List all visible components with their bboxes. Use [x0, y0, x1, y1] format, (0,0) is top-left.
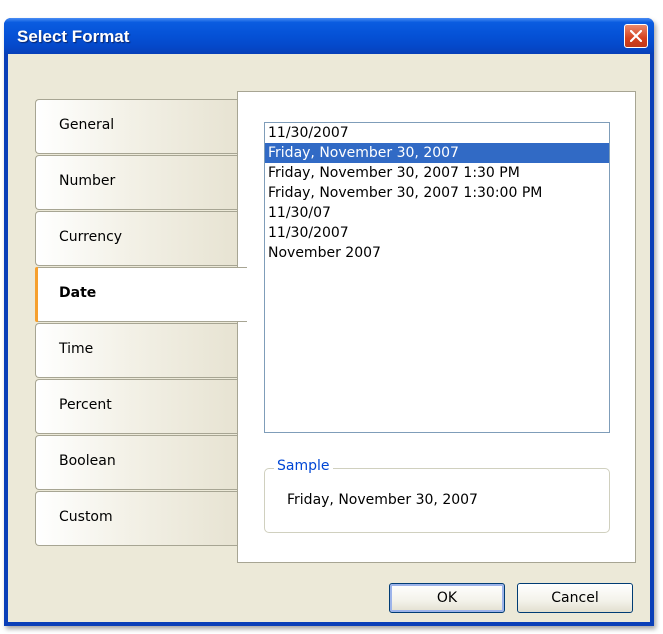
tab-currency[interactable]: Currency [35, 211, 238, 266]
sample-value: Friday, November 30, 2007 [287, 492, 478, 508]
tab-general[interactable]: General [35, 99, 238, 154]
list-item[interactable]: 11/30/2007 [265, 123, 609, 143]
list-item-selected[interactable]: Friday, November 30, 2007 [265, 143, 609, 163]
window-title: Select Format [17, 27, 130, 46]
tab-label: Time [59, 341, 94, 357]
list-item[interactable]: November 2007 [265, 243, 609, 263]
tab-time[interactable]: Time [35, 323, 238, 378]
select-format-dialog: Select Format General Number Currency Da… [4, 18, 654, 626]
list-item[interactable]: 11/30/07 [265, 203, 609, 223]
close-icon [630, 30, 642, 42]
tab-label: Custom [59, 509, 113, 525]
tab-custom[interactable]: Custom [35, 491, 238, 546]
tab-date[interactable]: Date [35, 267, 247, 322]
sample-group: Sample Friday, November 30, 2007 [264, 458, 610, 533]
sample-legend: Sample [274, 458, 333, 474]
list-item[interactable]: Friday, November 30, 2007 1:30:00 PM [265, 183, 609, 203]
tab-percent[interactable]: Percent [35, 379, 238, 434]
title-bar[interactable]: Select Format [4, 18, 654, 54]
format-list[interactable]: 11/30/2007 Friday, November 30, 2007 Fri… [264, 122, 610, 433]
close-button[interactable] [624, 24, 648, 48]
tab-boolean[interactable]: Boolean [35, 435, 238, 490]
cancel-button[interactable]: Cancel [517, 583, 633, 613]
dialog-body: General Number Currency Date Time Percen… [8, 54, 650, 622]
tab-label: Percent [59, 397, 112, 413]
tab-label: General [59, 117, 115, 133]
list-item[interactable]: Friday, November 30, 2007 1:30 PM [265, 163, 609, 183]
tab-label: Boolean [59, 453, 116, 469]
tab-number[interactable]: Number [35, 155, 238, 210]
ok-button[interactable]: OK [389, 583, 505, 613]
date-format-panel: 11/30/2007 Friday, November 30, 2007 Fri… [237, 91, 636, 563]
list-item[interactable]: 11/30/2007 [265, 223, 609, 243]
tab-label: Number [59, 173, 116, 189]
tab-label: Date [59, 285, 97, 301]
tab-label: Currency [59, 229, 123, 245]
